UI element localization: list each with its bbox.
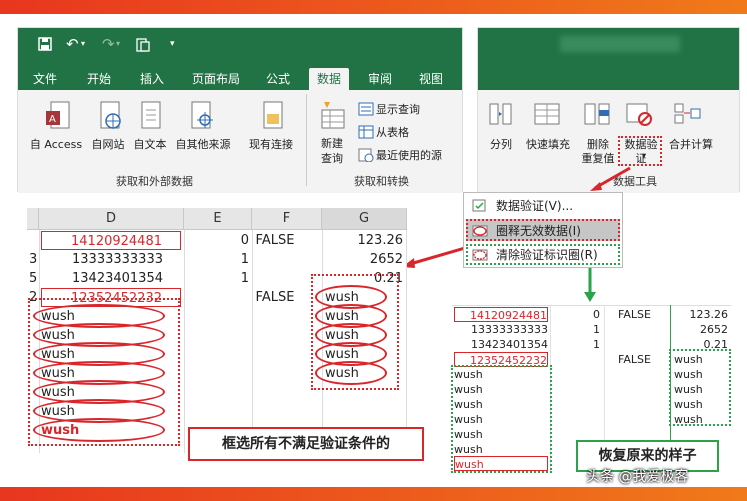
cell-g[interactable]: 123.26 — [325, 231, 404, 250]
gridline — [184, 230, 185, 453]
cell-e[interactable]: 1 — [554, 337, 600, 352]
annotation-select-invalid: 框选所有不满足验证条件的 — [188, 427, 424, 461]
cell-f[interactable]: FALSE — [255, 288, 295, 307]
cell-e[interactable]: 1 — [554, 322, 600, 337]
cell-d-phone[interactable]: 13333333333 — [454, 322, 548, 337]
menu-item-data-validation[interactable]: 数据验证(V)... — [464, 195, 622, 217]
cell-e[interactable]: 1 — [187, 250, 249, 269]
restored-box-column-d — [451, 365, 552, 473]
menu-item-clear-circles[interactable]: 清除验证标识圈(R) — [464, 244, 622, 266]
gridline — [252, 230, 253, 453]
cell-d-phone[interactable]: 13423401354 — [454, 337, 548, 352]
row-header-corner — [27, 208, 39, 230]
cell-d-phone[interactable]: 13333333333 — [41, 250, 181, 269]
column-header-f[interactable]: F — [252, 208, 322, 230]
column-header-d[interactable]: D — [39, 208, 184, 230]
gridline — [452, 305, 731, 306]
restored-box-column-g — [669, 349, 731, 426]
menu-item-circle-invalid[interactable]: 圈释无效数据(I) — [464, 220, 622, 242]
column-header-e[interactable]: E — [184, 208, 252, 230]
cell-g[interactable]: 2652 — [674, 322, 728, 337]
cell-e[interactable]: 0 — [187, 231, 249, 250]
cell-f[interactable]: FALSE — [255, 231, 295, 250]
cell-g[interactable]: 123.26 — [674, 307, 729, 322]
cell-e[interactable]: 0 — [554, 307, 600, 322]
cell-d-phone[interactable]: 14120924481 — [454, 307, 548, 322]
column-header-g[interactable]: G — [322, 208, 407, 230]
cell-g[interactable]: 2652 — [325, 250, 403, 269]
gridline — [406, 230, 407, 453]
cell-d-phone[interactable]: 13423401354 — [41, 269, 181, 288]
cell-f[interactable]: FALSE — [618, 307, 651, 322]
row-number: 3 — [29, 252, 38, 267]
arrow-to-restored-table-head — [584, 292, 596, 302]
data-validation-menu: 数据验证(V)... 圈释无效数据(I) 清除验证标识圈(R) — [463, 192, 623, 268]
selection-box-column-d — [28, 298, 180, 446]
cell-f[interactable]: FALSE — [618, 352, 651, 367]
row-number: 5 — [29, 271, 38, 286]
selection-box-column-g — [311, 274, 399, 390]
cell-e[interactable]: 1 — [187, 269, 249, 288]
cell-d-phone[interactable]: 14120924481 — [41, 231, 181, 250]
arrow-to-dropdown-head — [590, 182, 602, 191]
watermark: 头条 @我爱极客 — [586, 469, 689, 485]
